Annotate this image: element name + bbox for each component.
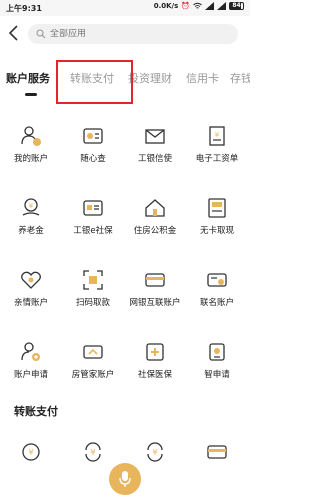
- smart-apply-icon: [209, 343, 225, 361]
- grid-item-linked-account[interactable]: 网银互联账户: [124, 262, 186, 332]
- card-transfer-icon: [207, 445, 227, 459]
- grid-item-joint-account[interactable]: 联名账户: [186, 262, 248, 332]
- house-card-icon: [83, 345, 103, 359]
- voice-button[interactable]: [109, 463, 141, 495]
- top-bar: [0, 16, 250, 50]
- grid-item-transfer-4[interactable]: [186, 440, 248, 470]
- atm-icon: [208, 198, 226, 218]
- linked-card-icon: [145, 273, 165, 287]
- grid-item-label: 账户申请: [13, 370, 48, 380]
- signal-icon-2: [217, 2, 226, 10]
- back-arrow-icon[interactable]: [6, 23, 22, 43]
- grid-item-label: 无卡取现: [199, 226, 234, 236]
- tab-savings[interactable]: 存钱: [230, 70, 250, 86]
- pension-icon: ¥: [22, 198, 40, 216]
- section-title-transfer: 转账支付: [14, 405, 58, 418]
- grid-item-label: 工银e社保: [73, 226, 113, 236]
- grid-item-card-search[interactable]: 随心查: [62, 118, 124, 188]
- grid-item-scan-withdraw[interactable]: 扫码取款: [62, 262, 124, 332]
- heart-icon: [21, 271, 41, 289]
- transfer-yuan-icon: ¥: [22, 443, 40, 461]
- battery-icon: 84: [229, 2, 244, 10]
- grid-item-smart-apply[interactable]: 智申请: [186, 334, 248, 404]
- svg-text:¥: ¥: [29, 202, 34, 210]
- house-icon: [145, 199, 165, 217]
- highlight-box: [56, 60, 133, 104]
- user-account-icon: [21, 126, 41, 146]
- grid-item-label: 社保医保: [137, 370, 172, 380]
- grid-item-my-account[interactable]: 我的账户: [0, 118, 62, 188]
- grid-item-transfer-1[interactable]: ¥: [0, 440, 62, 470]
- grid-item-label: 住房公积金: [133, 226, 177, 236]
- status-bar: 上午9:31 0.0K/s ⏰ 84: [0, 0, 250, 16]
- grid-item-label: 随心查: [80, 154, 106, 164]
- network-speed: 0.0K/s: [153, 2, 179, 10]
- grid-item-salary[interactable]: ¥ 电子工资单: [186, 118, 248, 188]
- social-security-card-icon: [83, 200, 103, 216]
- grid-item-pension[interactable]: ¥ 养老金: [0, 190, 62, 260]
- search-icon: [36, 29, 46, 39]
- grid-item-family-account[interactable]: 亲情账户: [0, 262, 62, 332]
- scan-atm-icon: [83, 270, 103, 290]
- exchange-icon: ¥: [85, 442, 101, 462]
- search-input[interactable]: [50, 29, 230, 39]
- svg-text:¥: ¥: [90, 448, 95, 457]
- joint-card-icon: [207, 273, 227, 287]
- grid-item-label: 工银信使: [137, 154, 172, 164]
- account-apply-icon: [21, 342, 40, 361]
- envelope-icon: [145, 129, 165, 144]
- grid-item-label: 养老金: [18, 226, 44, 236]
- svg-text:¥: ¥: [28, 448, 33, 457]
- search-box[interactable]: [28, 24, 238, 44]
- grid-item-label: 联名账户: [199, 298, 234, 308]
- microphone-icon: [119, 471, 131, 487]
- salary-document-icon: ¥: [209, 126, 225, 146]
- cycle-transfer-icon: ¥: [147, 442, 163, 462]
- grid-item-housing-fund[interactable]: 住房公积金: [124, 190, 186, 260]
- grid-item-messenger[interactable]: 工银信使: [124, 118, 186, 188]
- grid-item-account-apply[interactable]: 账户申请: [0, 334, 62, 404]
- grid-item-label: 智申请: [204, 370, 230, 380]
- medical-card-icon: [146, 343, 164, 361]
- active-tab-indicator: [25, 93, 37, 96]
- grid-item-label: 亲情账户: [13, 298, 48, 308]
- tab-credit-card[interactable]: 信用卡: [186, 70, 219, 86]
- grid-item-social-security[interactable]: 工银e社保: [62, 190, 124, 260]
- status-icons: 0.0K/s ⏰ 84: [154, 2, 244, 10]
- wifi-icon: [193, 2, 202, 9]
- svg-text:¥: ¥: [215, 131, 220, 139]
- grid-item-label: 网银互联账户: [129, 298, 181, 308]
- svg-text:¥: ¥: [152, 448, 157, 457]
- grid-item-label: 房管家账户: [71, 370, 115, 380]
- grid-item-label: 电子工资单: [195, 154, 239, 164]
- signal-icon: [205, 2, 214, 10]
- tab-investment[interactable]: 投资理财: [128, 70, 172, 86]
- alarm-icon: ⏰: [181, 2, 190, 10]
- tab-account-service[interactable]: 账户服务: [6, 70, 50, 86]
- grid-item-medical-insurance[interactable]: 社保医保: [124, 334, 186, 404]
- grid-item-house-manager[interactable]: 房管家账户: [62, 334, 124, 404]
- status-time: 上午9:31: [6, 4, 42, 13]
- grid-item-cardless-withdraw[interactable]: 无卡取现: [186, 190, 248, 260]
- grid-item-label: 扫码取款: [75, 298, 110, 308]
- card-search-icon: [83, 128, 103, 144]
- grid-item-label: 我的账户: [13, 154, 48, 164]
